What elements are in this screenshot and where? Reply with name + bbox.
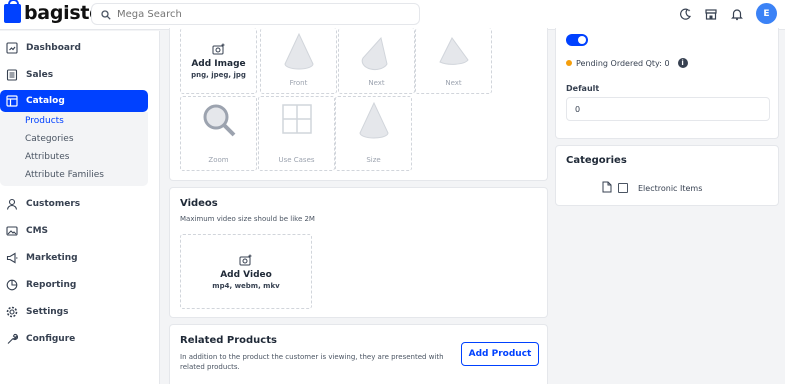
layout-icon <box>281 104 312 134</box>
configure-icon <box>5 332 18 345</box>
pending-status-dot <box>566 60 572 66</box>
submenu-item-categories[interactable]: Categories <box>0 130 148 148</box>
catalog-submenu: Products Categories Attributes Attribute… <box>0 112 148 186</box>
avatar[interactable]: E <box>756 3 777 24</box>
sidebar-item-catalog[interactable]: Catalog <box>0 90 148 112</box>
cone-icon <box>283 32 314 70</box>
dark-mode-icon[interactable] <box>678 7 692 21</box>
reporting-icon <box>5 278 18 291</box>
category-label: Electronic Items <box>638 183 703 193</box>
sidebar-item-label: Customers <box>26 198 81 209</box>
search-box[interactable] <box>91 3 420 25</box>
customers-icon <box>5 197 18 210</box>
default-label: Default <box>566 84 600 93</box>
categories-card: Categories Electronic Items <box>555 145 779 206</box>
camera-icon <box>239 254 253 268</box>
image-placeholder-next[interactable]: Next <box>415 28 492 94</box>
submenu-item-products[interactable]: Products <box>0 112 148 130</box>
sidebar-item-cms[interactable]: CMS <box>0 217 159 244</box>
image-placeholder-next[interactable]: Next <box>338 28 415 94</box>
sidebar-item-label: Catalog <box>26 96 65 106</box>
tile-label: Use Cases <box>278 156 315 164</box>
cone-icon <box>361 36 388 71</box>
sidebar-item-settings[interactable]: Settings <box>0 298 159 325</box>
add-image-tile[interactable]: Add Image png, jpeg, jpg <box>180 28 257 94</box>
videos-subtitle: Maximum video size should be like 2M <box>180 215 315 223</box>
add-video-title: Add Video <box>220 269 272 280</box>
catalog-icon <box>5 95 18 108</box>
dashboard-icon <box>5 41 18 54</box>
add-video-formats: mp4, webm, mkv <box>212 281 280 290</box>
sidebar-item-label: Dashboard <box>26 42 81 53</box>
add-image-title: Add Image <box>191 58 246 69</box>
default-qty-input[interactable]: 0 <box>566 97 770 121</box>
manage-stock-toggle[interactable] <box>566 34 588 46</box>
tile-label: Next <box>445 79 462 87</box>
settings-icon <box>5 305 18 318</box>
submenu-item-attribute-families[interactable]: Attribute Families <box>0 166 148 186</box>
store-icon[interactable] <box>704 7 718 21</box>
add-product-button[interactable]: Add Product <box>461 342 539 366</box>
add-video-tile[interactable]: Add Video mp4, webm, mkv <box>180 234 312 309</box>
magnifier-icon <box>203 104 235 137</box>
related-products-subtitle-line1: In addition to the product the customer … <box>180 353 444 361</box>
image-placeholder-use-cases[interactable]: Use Cases <box>258 96 335 171</box>
cone-icon <box>438 37 469 65</box>
marketing-icon <box>5 251 18 264</box>
sidebar-item-label: CMS <box>26 225 49 236</box>
pending-ordered-row: Pending Ordered Qty: 0 i <box>566 58 688 68</box>
image-placeholder-size[interactable]: Size <box>335 96 412 171</box>
submenu-item-attributes[interactable]: Attributes <box>0 148 148 166</box>
related-products-subtitle-line2: related products. <box>180 363 240 371</box>
tile-label: Zoom <box>208 156 229 164</box>
related-products-title: Related Products <box>180 335 277 346</box>
camera-icon <box>212 43 226 57</box>
tile-label: Size <box>366 156 381 164</box>
videos-title: Videos <box>180 198 218 209</box>
sidebar-item-label: Marketing <box>26 252 78 263</box>
search-icon <box>101 5 111 24</box>
cms-icon <box>5 224 18 237</box>
sidebar-item-sales[interactable]: Sales <box>0 61 159 88</box>
pending-ordered-label: Pending Ordered Qty: 0 <box>576 58 670 68</box>
image-placeholder-zoom[interactable]: Zoom <box>180 96 257 171</box>
tile-label: Next <box>368 79 385 87</box>
category-item[interactable]: Electronic Items <box>602 181 702 195</box>
logo[interactable]: bagisto <box>4 0 102 24</box>
info-icon[interactable]: i <box>677 58 688 68</box>
sidebar-item-configure[interactable]: Configure <box>0 325 159 352</box>
cone-icon <box>358 101 389 139</box>
sidebar-item-label: Configure <box>26 333 76 344</box>
bag-icon <box>4 0 21 23</box>
document-icon <box>602 181 612 195</box>
bell-icon[interactable] <box>730 7 744 21</box>
sidebar-item-label: Reporting <box>26 279 77 290</box>
sidebar-item-reporting[interactable]: Reporting <box>0 271 159 298</box>
sidebar-item-label: Settings <box>26 306 69 317</box>
sidebar: Dashboard Sales Catalog Products Categor… <box>0 31 160 384</box>
sales-icon <box>5 68 18 81</box>
search-input[interactable] <box>117 8 397 20</box>
category-checkbox[interactable] <box>618 183 628 193</box>
sidebar-item-marketing[interactable]: Marketing <box>0 244 159 271</box>
top-bar: bagisto E <box>0 0 785 30</box>
sidebar-item-customers[interactable]: Customers <box>0 190 159 217</box>
videos-card: Videos Maximum video size should be like… <box>169 187 548 318</box>
tile-label: Front <box>289 79 308 87</box>
related-products-card: Related Products In addition to the prod… <box>169 324 548 384</box>
image-placeholder-front[interactable]: Front <box>260 28 337 94</box>
sidebar-item-label: Sales <box>26 69 54 80</box>
sidebar-item-dashboard[interactable]: Dashboard <box>0 34 159 61</box>
images-card: Add Image png, jpeg, jpg Front Next Next… <box>169 28 548 181</box>
add-image-formats: png, jpeg, jpg <box>191 70 246 79</box>
categories-title: Categories <box>566 155 627 166</box>
inventory-card: Pending Ordered Qty: 0 i Default 0 <box>555 28 779 139</box>
